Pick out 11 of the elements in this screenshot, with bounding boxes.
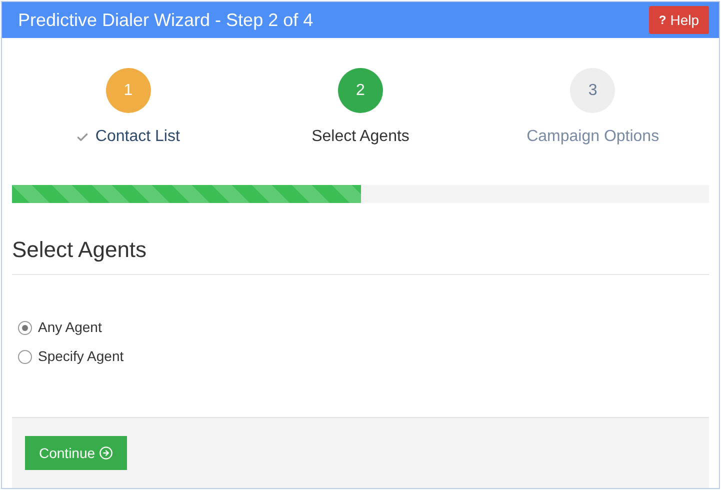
radio-button[interactable] (18, 320, 32, 335)
window-title: Predictive Dialer Wizard - Step 2 of 4 (18, 8, 314, 32)
radio-label[interactable]: Specify Agent (38, 346, 124, 368)
section-heading: Select Agents (12, 237, 147, 262)
step-label[interactable]: Select Agents (312, 125, 410, 149)
check-icon (76, 130, 90, 144)
step-label[interactable]: Contact List (95, 125, 180, 149)
radio-label[interactable]: Any Agent (38, 317, 102, 338)
step-label[interactable]: Campaign Options (526, 125, 660, 149)
radio-button[interactable] (18, 350, 32, 364)
help-button[interactable]: ? Help (648, 6, 709, 34)
